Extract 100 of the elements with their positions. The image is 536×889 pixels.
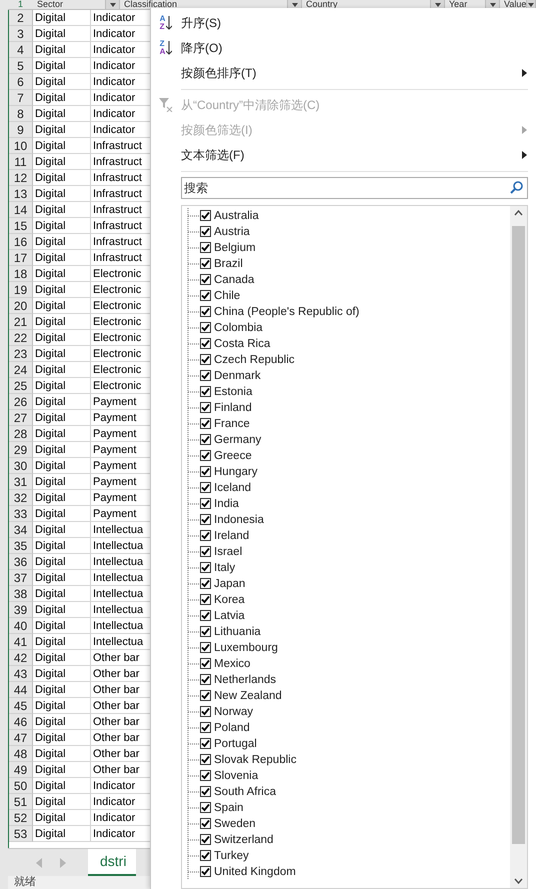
checkbox[interactable]	[200, 818, 211, 830]
checkbox[interactable]	[200, 434, 211, 446]
value-item[interactable]: Luxembourg	[182, 640, 510, 656]
checkbox[interactable]	[200, 626, 211, 638]
checkbox[interactable]	[200, 786, 211, 798]
checkbox[interactable]	[200, 706, 211, 718]
checkbox[interactable]	[200, 226, 211, 238]
menu-item[interactable]: 文本筛选(F)	[151, 142, 536, 168]
row-number: 22	[9, 330, 33, 346]
checkbox[interactable]	[200, 802, 211, 814]
value-item[interactable]: Indonesia	[182, 512, 510, 528]
value-item[interactable]: Australia	[182, 208, 510, 224]
value-item[interactable]: Turkey	[182, 848, 510, 864]
menu-item[interactable]: A Z 升序(S)	[151, 11, 536, 36]
filter-button[interactable]	[105, 0, 119, 9]
row-number: 48	[9, 746, 33, 762]
checkbox[interactable]	[200, 610, 211, 622]
checkbox[interactable]	[200, 834, 211, 846]
value-item[interactable]: Spain	[182, 800, 510, 816]
checkbox[interactable]	[200, 338, 211, 350]
checkbox[interactable]	[200, 386, 211, 398]
checkbox[interactable]	[200, 322, 211, 334]
checkbox[interactable]	[200, 770, 211, 782]
value-item[interactable]: Austria	[182, 224, 510, 240]
checkbox[interactable]	[200, 242, 211, 254]
value-item[interactable]: Poland	[182, 720, 510, 736]
scrollbar[interactable]	[510, 206, 527, 888]
value-item[interactable]: Italy	[182, 560, 510, 576]
value-item[interactable]: Israel	[182, 544, 510, 560]
value-item[interactable]: Sweden	[182, 816, 510, 832]
table-cell: Digital	[33, 26, 91, 42]
value-item[interactable]: Switzerland	[182, 832, 510, 848]
value-item[interactable]: Greece	[182, 448, 510, 464]
checkbox[interactable]	[200, 418, 211, 430]
checkbox[interactable]	[200, 354, 211, 366]
checkbox[interactable]	[200, 866, 211, 878]
table-cell: Digital	[33, 74, 91, 90]
value-item[interactable]: Belgium	[182, 240, 510, 256]
value-item[interactable]: Japan	[182, 576, 510, 592]
value-item[interactable]: Latvia	[182, 608, 510, 624]
column-header[interactable]: Sector	[33, 0, 120, 9]
value-item[interactable]: New Zealand	[182, 688, 510, 704]
value-item[interactable]: Mexico	[182, 656, 510, 672]
table-cell: Digital	[33, 458, 91, 474]
value-item[interactable]: Finland	[182, 400, 510, 416]
value-item[interactable]: South Africa	[182, 784, 510, 800]
sheet-tab[interactable]: dstri	[88, 849, 136, 876]
checkbox[interactable]	[200, 658, 211, 670]
checkbox[interactable]	[200, 738, 211, 750]
value-item[interactable]: Lithuania	[182, 624, 510, 640]
value-item[interactable]: Portugal	[182, 736, 510, 752]
checkbox[interactable]	[200, 466, 211, 478]
value-item[interactable]: Chile	[182, 288, 510, 304]
menu-item[interactable]: 按颜色排序(T)	[151, 60, 536, 86]
value-item[interactable]: Denmark	[182, 368, 510, 384]
checkbox[interactable]	[200, 594, 211, 606]
table-cell: Digital	[33, 746, 91, 762]
checkbox[interactable]	[200, 258, 211, 270]
value-item[interactable]: Germany	[182, 432, 510, 448]
value-item[interactable]: Canada	[182, 272, 510, 288]
checkbox[interactable]	[200, 578, 211, 590]
checkbox[interactable]	[200, 482, 211, 494]
value-item[interactable]: Estonia	[182, 384, 510, 400]
checkbox[interactable]	[200, 690, 211, 702]
checkbox[interactable]	[200, 402, 211, 414]
value-item[interactable]: India	[182, 496, 510, 512]
value-item[interactable]: Netherlands	[182, 672, 510, 688]
value-item[interactable]: Costa Rica	[182, 336, 510, 352]
checkbox[interactable]	[200, 450, 211, 462]
checkbox[interactable]	[200, 290, 211, 302]
checkbox[interactable]	[200, 498, 211, 510]
checkbox[interactable]	[200, 754, 211, 766]
checkbox[interactable]	[200, 546, 211, 558]
value-item[interactable]: Hungary	[182, 464, 510, 480]
value-item[interactable]: Norway	[182, 704, 510, 720]
value-item[interactable]: China (People's Republic of)	[182, 304, 510, 320]
checkbox[interactable]	[200, 370, 211, 382]
value-item[interactable]: Ireland	[182, 528, 510, 544]
search-field[interactable]: 搜索	[181, 176, 528, 199]
value-item[interactable]: Iceland	[182, 480, 510, 496]
value-item[interactable]: Colombia	[182, 320, 510, 336]
value-item[interactable]: Czech Republic	[182, 352, 510, 368]
value-item[interactable]: Slovenia	[182, 768, 510, 784]
checkbox[interactable]	[200, 562, 211, 574]
checkbox[interactable]	[200, 514, 211, 526]
checkbox[interactable]	[200, 306, 211, 318]
value-item[interactable]: Slovak Republic	[182, 752, 510, 768]
checkbox[interactable]	[200, 530, 211, 542]
value-item[interactable]: Brazil	[182, 256, 510, 272]
menu-item[interactable]: Z A 降序(O)	[151, 36, 536, 61]
checkbox[interactable]	[200, 274, 211, 286]
value-item[interactable]: France	[182, 416, 510, 432]
checkbox[interactable]	[200, 850, 211, 862]
table-cell: Digital	[33, 474, 91, 490]
checkbox[interactable]	[200, 722, 211, 734]
search-icon[interactable]	[510, 181, 523, 194]
checkbox[interactable]	[200, 674, 211, 686]
checkbox[interactable]	[200, 642, 211, 654]
checkbox[interactable]	[200, 210, 211, 222]
value-item[interactable]: Korea	[182, 592, 510, 608]
